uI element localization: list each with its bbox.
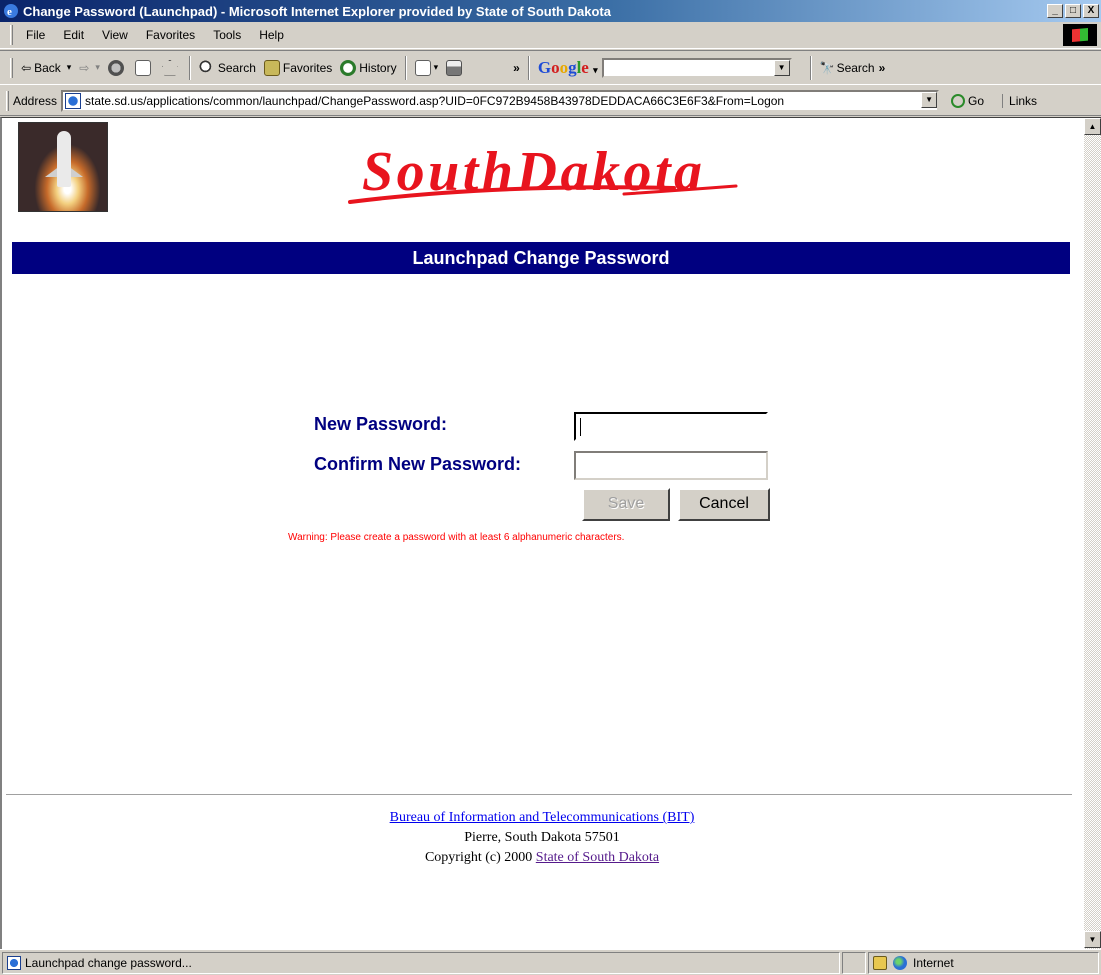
menu-edit[interactable]: Edit bbox=[54, 25, 93, 45]
toolbar-separator bbox=[404, 55, 407, 80]
standard-toolbar: ⇦ Back ▾ ⇨ ▾ Search Favorites History ▾ … bbox=[0, 50, 1101, 85]
save-button[interactable]: Save bbox=[582, 488, 670, 521]
scroll-up-button[interactable]: ▲ bbox=[1084, 118, 1101, 135]
menu-help[interactable]: Help bbox=[250, 25, 293, 45]
stop-icon bbox=[107, 59, 124, 76]
menu-file[interactable]: File bbox=[17, 25, 54, 45]
go-label: Go bbox=[968, 93, 985, 108]
binoculars-icon: 🔭 bbox=[819, 60, 835, 75]
address-bar: Address state.sd.us/applications/common/… bbox=[0, 86, 1101, 116]
state-link[interactable]: State of South Dakota bbox=[536, 850, 659, 865]
lock-icon bbox=[873, 955, 887, 970]
page-icon bbox=[65, 92, 82, 109]
search-label: Search bbox=[217, 60, 256, 75]
security-zone[interactable]: Internet bbox=[868, 951, 1099, 974]
confirm-password-input[interactable] bbox=[574, 451, 768, 480]
home-icon bbox=[161, 59, 178, 76]
search-icon bbox=[198, 59, 215, 76]
google-search-button[interactable]: 🔭 Search » bbox=[816, 59, 890, 77]
toolbar-separator bbox=[527, 55, 530, 80]
back-label: Back bbox=[34, 60, 61, 75]
mail-icon bbox=[414, 59, 431, 76]
globe-icon bbox=[893, 955, 907, 970]
menu-favorites[interactable]: Favorites bbox=[137, 25, 204, 45]
toolbar-separator bbox=[809, 55, 812, 80]
history-button[interactable]: History bbox=[336, 58, 400, 78]
menu-tools[interactable]: Tools bbox=[204, 25, 250, 45]
toolbar-chevron[interactable]: » bbox=[509, 59, 524, 77]
menu-bar: File Edit View Favorites Tools Help bbox=[0, 22, 1101, 49]
google-search-input[interactable]: ▼ bbox=[601, 57, 792, 78]
ie-icon: e bbox=[4, 4, 18, 18]
new-password-label: New Password: bbox=[314, 414, 448, 434]
status-message: Launchpad change password... bbox=[2, 951, 840, 974]
page-footer: Bureau of Information and Telecommunicat… bbox=[2, 808, 1082, 868]
page-viewport: SouthDakota Launchpad Change Password Ne… bbox=[0, 117, 1101, 949]
address-label: Address bbox=[13, 93, 58, 108]
dropdown-arrow-icon[interactable]: ▾ bbox=[95, 62, 100, 73]
dropdown-arrow-icon: ▾ bbox=[433, 62, 439, 72]
windows-logo-icon bbox=[1063, 24, 1097, 46]
dropdown-arrow-icon[interactable]: ▾ bbox=[67, 62, 72, 73]
new-password-input[interactable] bbox=[574, 412, 768, 441]
dropdown-arrow-icon[interactable]: ▾ bbox=[593, 65, 598, 75]
svg-text:e: e bbox=[7, 6, 12, 18]
toolbar-grip[interactable] bbox=[10, 25, 13, 45]
print-button[interactable] bbox=[442, 58, 469, 78]
back-arrow-icon: ⇦ bbox=[21, 60, 32, 75]
address-url[interactable]: state.sd.us/applications/common/launchpa… bbox=[85, 94, 784, 108]
home-button[interactable] bbox=[158, 58, 185, 78]
toolbar-separator bbox=[188, 55, 191, 80]
minimize-button[interactable]: _ bbox=[1047, 4, 1063, 18]
favorites-label: Favorites bbox=[282, 60, 333, 75]
copyright-text: Copyright (c) 2000 bbox=[424, 850, 536, 865]
window-title: Change Password (Launchpad) - Microsoft … bbox=[23, 3, 611, 19]
links-button[interactable]: Links bbox=[1002, 93, 1037, 108]
refresh-icon bbox=[134, 59, 151, 76]
toolbar-grip[interactable] bbox=[10, 57, 13, 78]
confirm-password-label: Confirm New Password: bbox=[314, 454, 522, 474]
refresh-button[interactable] bbox=[131, 58, 158, 78]
google-search-label: Search bbox=[836, 60, 875, 75]
google-logo: Google ▾ bbox=[537, 57, 598, 77]
favorites-icon bbox=[263, 59, 280, 76]
mail-button[interactable]: ▾ bbox=[411, 58, 443, 78]
print-icon bbox=[446, 59, 463, 76]
password-warning: Warning: Please create a password with a… bbox=[288, 532, 625, 543]
favorites-button[interactable]: Favorites bbox=[260, 58, 336, 78]
zone-label: Internet bbox=[913, 955, 954, 970]
status-bar: Launchpad change password... Internet bbox=[0, 949, 1101, 975]
window-titlebar: e Change Password (Launchpad) - Microsof… bbox=[0, 0, 1101, 22]
menu-view[interactable]: View bbox=[93, 25, 137, 45]
go-arrow-icon bbox=[951, 93, 966, 108]
close-button[interactable]: X bbox=[1083, 4, 1099, 18]
back-button[interactable]: ⇦ Back ▾ bbox=[17, 59, 75, 77]
footer-divider bbox=[6, 794, 1072, 796]
address-input[interactable]: state.sd.us/applications/common/launchpa… bbox=[61, 89, 940, 112]
go-button[interactable]: Go bbox=[951, 93, 985, 108]
scroll-down-button[interactable]: ▼ bbox=[1084, 931, 1101, 948]
text-caret bbox=[580, 418, 581, 436]
bureau-link[interactable]: Bureau of Information and Telecommunicat… bbox=[390, 810, 695, 825]
combo-dropdown-icon[interactable]: ▼ bbox=[773, 59, 790, 76]
stop-button[interactable] bbox=[104, 58, 131, 78]
search-button[interactable]: Search bbox=[195, 58, 260, 78]
address-dropdown-icon[interactable]: ▼ bbox=[921, 91, 938, 108]
forward-arrow-icon: ⇨ bbox=[79, 60, 90, 75]
status-progress-cell bbox=[842, 951, 866, 974]
page-icon bbox=[7, 955, 21, 970]
cancel-button[interactable]: Cancel bbox=[678, 488, 770, 521]
address-line: Pierre, South Dakota 57501 bbox=[464, 830, 620, 845]
status-text: Launchpad change password... bbox=[25, 955, 192, 970]
vertical-scrollbar[interactable]: ▲ ▼ bbox=[1084, 118, 1101, 949]
history-icon bbox=[340, 59, 357, 76]
maximize-button[interactable]: □ bbox=[1065, 4, 1081, 18]
copyright-line: Copyright (c) 2000 State of South Dakota bbox=[2, 848, 1082, 868]
more-chevron-icon[interactable]: » bbox=[879, 61, 886, 75]
toolbar-grip[interactable] bbox=[6, 90, 9, 111]
forward-button[interactable]: ⇨ ▾ bbox=[75, 59, 104, 77]
history-label: History bbox=[359, 60, 397, 75]
